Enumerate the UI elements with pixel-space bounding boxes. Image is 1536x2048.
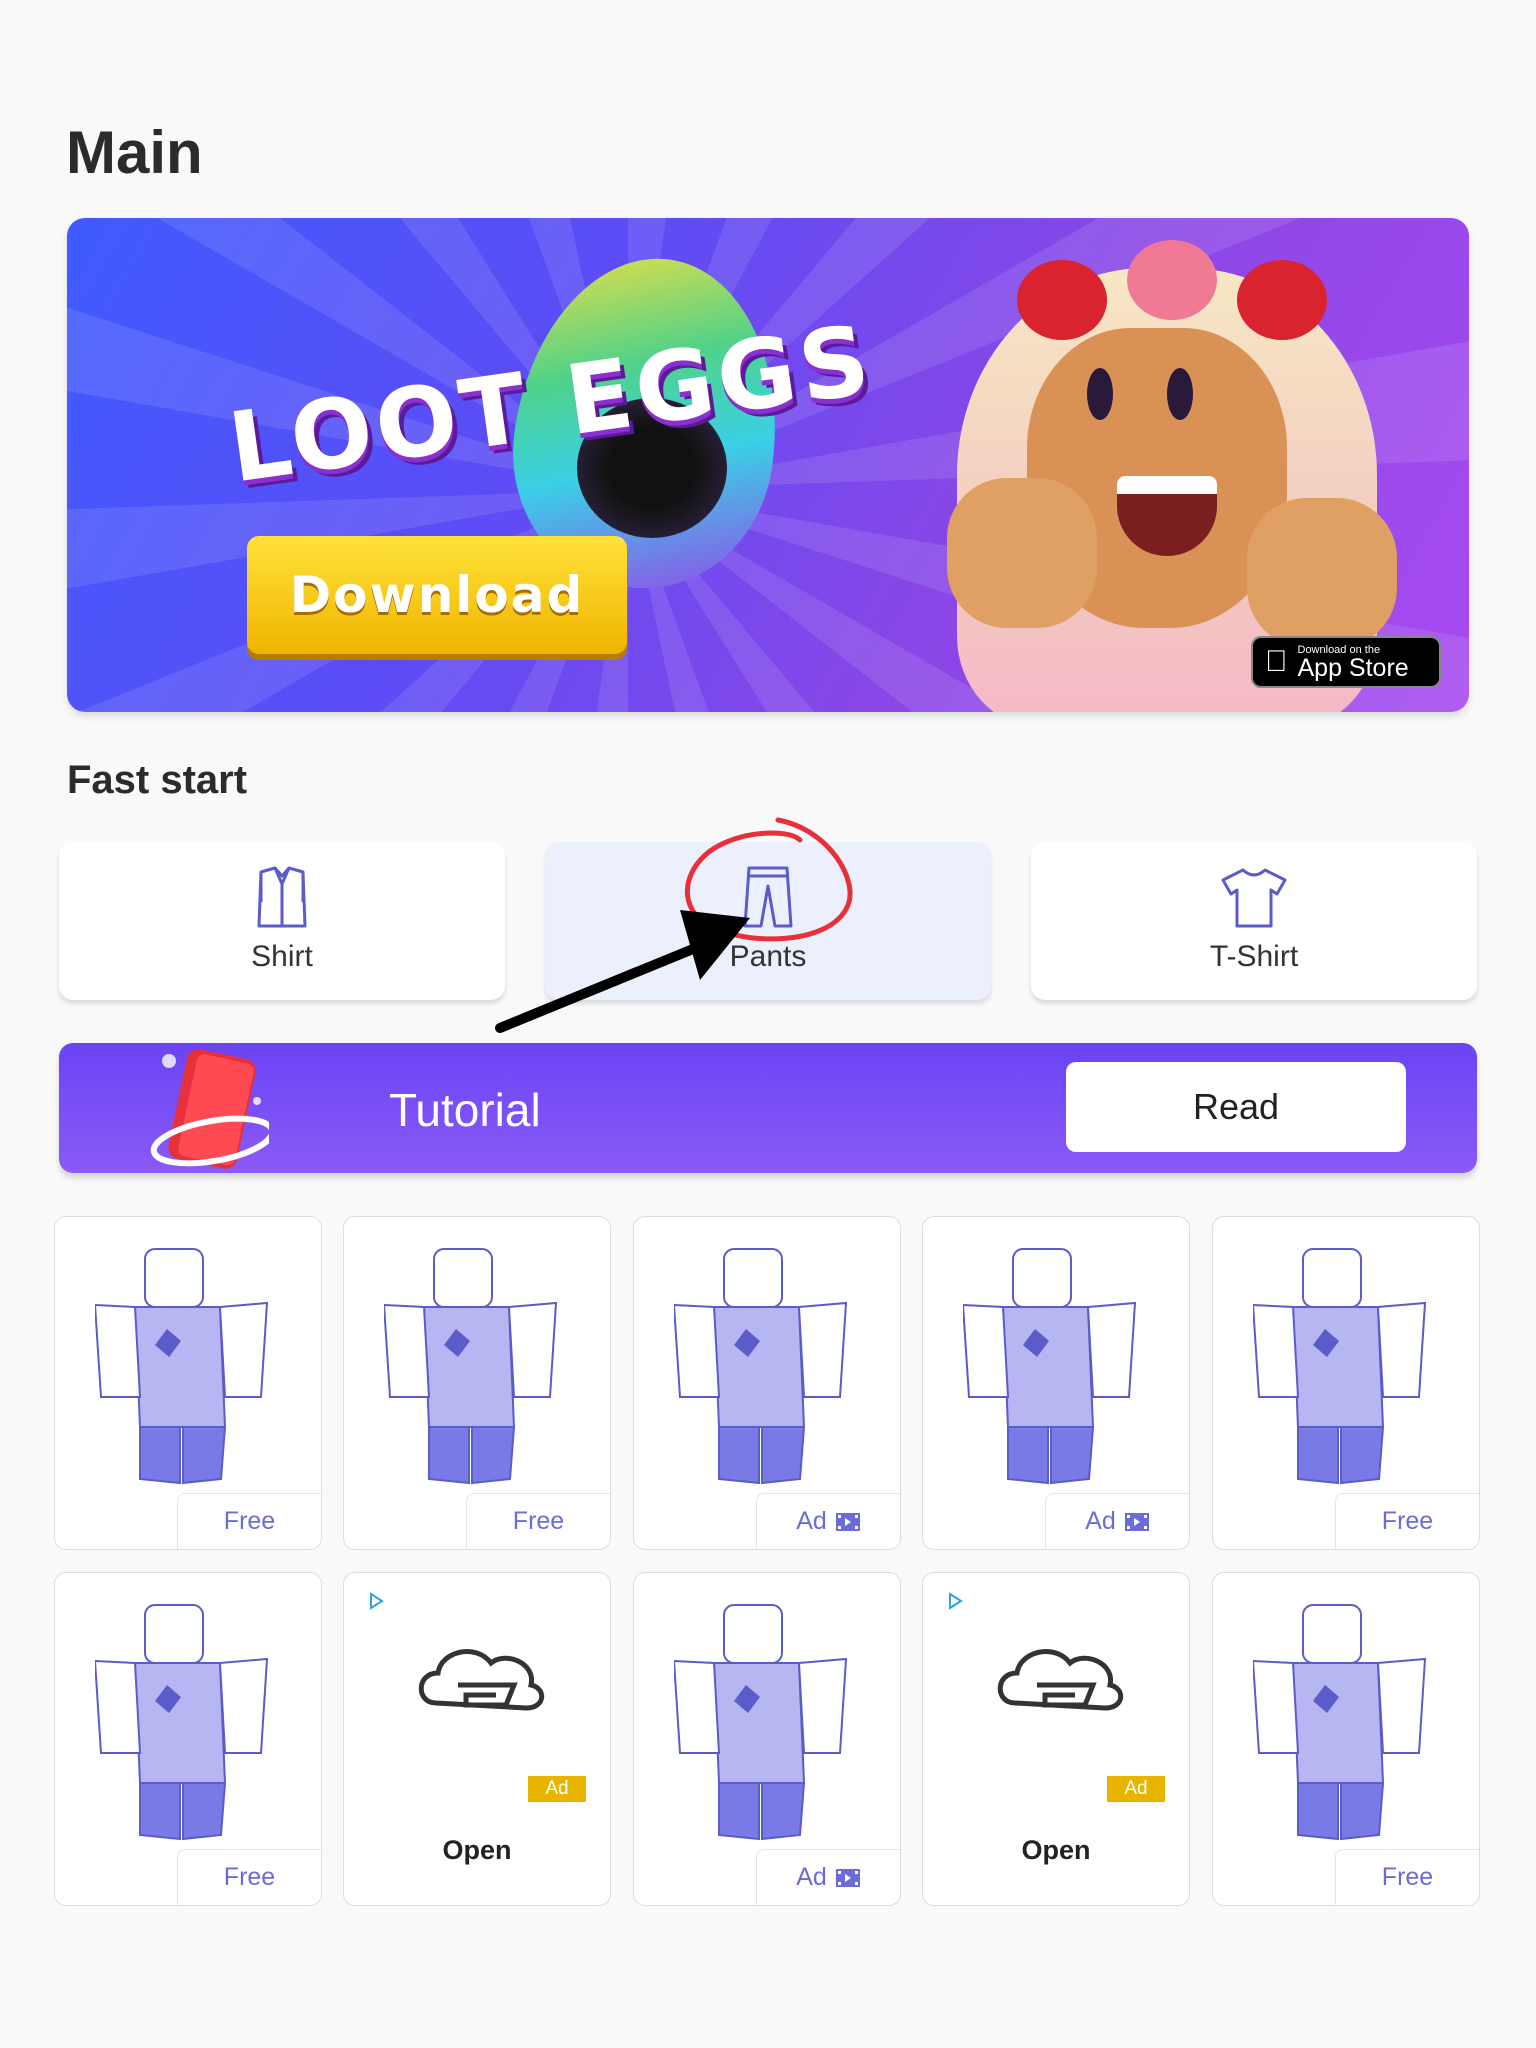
template-card[interactable]: Ad: [633, 1216, 901, 1550]
tag-label: Free: [1381, 1507, 1434, 1535]
video-ad-icon: [835, 1512, 860, 1531]
fast-start-shirt[interactable]: Shirt: [59, 842, 505, 1000]
tag-label: Ad: [1085, 1507, 1116, 1535]
price-tag: Ad: [1045, 1493, 1189, 1549]
price-tag: Free: [177, 1493, 321, 1549]
tshirt-icon: [1221, 868, 1287, 928]
video-ad-icon: [835, 1868, 860, 1887]
tutorial-label: Tutorial: [389, 1084, 541, 1136]
price-tag: Ad: [756, 1493, 900, 1549]
ad-badge: Ad: [528, 1776, 586, 1802]
gweike-cloud-logo: [997, 1649, 1124, 1711]
character-hand: [1247, 498, 1397, 648]
figure-template: [674, 1604, 848, 1841]
ad-card[interactable]: Ad Open: [922, 1572, 1190, 1906]
figure-template: [95, 1604, 269, 1841]
template-card[interactable]: Free: [1212, 1216, 1480, 1550]
fast-start-title: Fast start: [67, 758, 248, 802]
character-hand: [947, 478, 1097, 628]
figure-template: [674, 1248, 848, 1485]
template-card[interactable]: Free: [54, 1572, 322, 1906]
banner-download-button[interactable]: Download: [247, 536, 627, 654]
shirt-icon: [257, 866, 307, 928]
figure-template: [963, 1248, 1137, 1485]
video-ad-icon: [1124, 1512, 1149, 1531]
price-tag: Free: [466, 1493, 610, 1549]
character-eye: [1167, 368, 1193, 420]
read-button[interactable]: Read: [1066, 1062, 1406, 1152]
fast-start-pants[interactable]: Pants: [545, 842, 991, 1000]
ad-card[interactable]: Ad Open: [343, 1572, 611, 1906]
character-eye: [1087, 368, 1113, 420]
fast-start-label: T-Shirt: [1209, 940, 1299, 973]
price-tag: Ad: [756, 1849, 900, 1905]
figure-template: [384, 1248, 558, 1485]
apple-icon: : [1265, 645, 1288, 679]
adchoices-icon[interactable]: [366, 1591, 386, 1611]
appstore-badge[interactable]:  Download on the App Store: [1251, 636, 1441, 688]
price-tag: Free: [1335, 1849, 1479, 1905]
figure-template: [95, 1248, 269, 1485]
adchoices-icon[interactable]: [945, 1591, 965, 1611]
tag-label: Free: [223, 1863, 276, 1891]
fast-start-label: Pants: [729, 940, 807, 973]
figure-template: [1253, 1248, 1427, 1485]
promo-banner[interactable]: LOOT EGGS Download  Download on the App…: [67, 218, 1469, 712]
tag-label: Free: [512, 1507, 565, 1535]
template-card[interactable]: Ad: [633, 1572, 901, 1906]
fast-start-tshirt[interactable]: T-Shirt: [1031, 842, 1477, 1000]
tag-label: Free: [223, 1507, 276, 1535]
appstore-big-text: App Store: [1275, 654, 1409, 682]
template-card[interactable]: Free: [1212, 1572, 1480, 1906]
gweike-cloud-logo: [418, 1649, 545, 1711]
ad-open-button[interactable]: Open: [923, 1835, 1189, 1866]
template-card[interactable]: Free: [343, 1216, 611, 1550]
flower-crown: [1017, 240, 1347, 340]
ad-badge: Ad: [1107, 1776, 1165, 1802]
tutorial-banner[interactable]: Tutorial Read: [59, 1043, 1477, 1173]
price-tag: Free: [1335, 1493, 1479, 1549]
template-card[interactable]: Ad: [922, 1216, 1190, 1550]
book-icon: [150, 1049, 269, 1169]
ad-open-button[interactable]: Open: [344, 1835, 610, 1866]
pants-icon: [743, 866, 793, 928]
figure-template: [1253, 1604, 1427, 1841]
fast-start-label: Shirt: [251, 940, 313, 973]
template-card[interactable]: Free: [54, 1216, 322, 1550]
tag-label: Ad: [796, 1863, 827, 1891]
tag-label: Ad: [796, 1507, 827, 1535]
price-tag: Free: [177, 1849, 321, 1905]
tag-label: Free: [1381, 1863, 1434, 1891]
page-title: Main: [66, 119, 203, 186]
